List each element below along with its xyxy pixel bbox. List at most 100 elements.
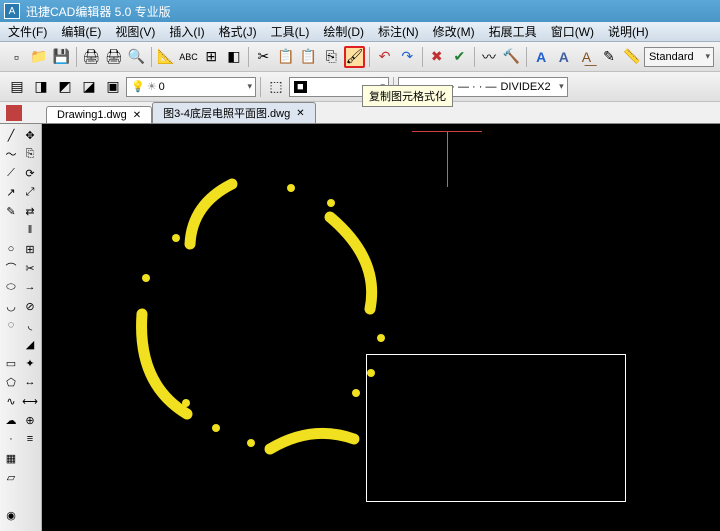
menu-dim[interactable]: 标注(N): [378, 23, 419, 40]
circle-tool-icon[interactable]: ○: [2, 240, 20, 258]
tab-label: Drawing1.dwg: [57, 109, 127, 121]
menu-modify[interactable]: 修改(M): [433, 23, 475, 40]
yellow-arc-4: [262, 419, 362, 459]
menu-edit[interactable]: 编辑(E): [61, 23, 101, 40]
layer-tool1-icon[interactable]: ◨: [30, 76, 52, 98]
close-tab-icon[interactable]: ✕: [296, 108, 304, 119]
sun-icon: ☀: [147, 80, 157, 93]
rect-tool-icon[interactable]: ▭: [2, 354, 20, 372]
trim-icon[interactable]: ✂: [21, 259, 39, 277]
menu-view[interactable]: 视图(V): [115, 23, 155, 40]
yellow-dot: [352, 389, 360, 397]
print2-icon[interactable]: 🖨: [103, 46, 124, 68]
mirror-icon[interactable]: ⇄: [21, 202, 39, 220]
chamfer-icon[interactable]: ◢: [21, 335, 39, 353]
menu-ext[interactable]: 拓展工具: [489, 23, 537, 40]
polyline-tool-icon[interactable]: 〜: [2, 145, 20, 163]
action1-icon[interactable]: 📐: [156, 46, 177, 68]
move-tool-icon[interactable]: ✥: [21, 126, 39, 144]
menu-file[interactable]: 文件(F): [8, 23, 47, 40]
delete-icon[interactable]: ✖: [426, 46, 447, 68]
drawing-canvas[interactable]: [42, 124, 720, 531]
array-icon[interactable]: ⊞: [21, 240, 39, 258]
layer-tool2-icon[interactable]: ◩: [54, 76, 76, 98]
menu-insert[interactable]: 插入(I): [169, 23, 204, 40]
stretch-icon[interactable]: ↔: [21, 373, 39, 391]
clone-icon[interactable]: ⎘: [321, 46, 342, 68]
layer-combo[interactable]: 💡 ☀ 0: [126, 77, 256, 97]
undo-icon[interactable]: ↶: [374, 46, 395, 68]
rotate-icon[interactable]: ⟳: [21, 164, 39, 182]
menu-window[interactable]: 窗口(W): [551, 23, 594, 40]
save-icon[interactable]: 💾: [51, 46, 72, 68]
redo-icon[interactable]: ↷: [397, 46, 418, 68]
match-properties-icon[interactable]: 🖌: [344, 46, 366, 68]
preview-icon[interactable]: 🔍: [126, 46, 147, 68]
text-a2-icon[interactable]: A: [553, 46, 574, 68]
ellipse-arc-icon[interactable]: ◡: [2, 297, 20, 315]
menu-format[interactable]: 格式(J): [219, 23, 257, 40]
hammer-icon[interactable]: 🔨: [501, 46, 522, 68]
text-a-icon[interactable]: A: [531, 46, 552, 68]
lengthen-icon[interactable]: ⟷: [21, 392, 39, 410]
revcloud-icon[interactable]: ☁: [2, 411, 20, 429]
copy2-icon[interactable]: ⎘: [21, 145, 39, 163]
ray-tool-icon[interactable]: ↗: [2, 183, 20, 201]
extend-icon[interactable]: →: [21, 278, 39, 296]
menu-help[interactable]: 说明(H): [608, 23, 649, 40]
menu-draw[interactable]: 绘制(D): [323, 23, 364, 40]
blank2-icon[interactable]: [2, 335, 20, 353]
text-tool-icon[interactable]: ✎: [599, 46, 620, 68]
layers-icon[interactable]: ▤: [6, 76, 28, 98]
check-icon[interactable]: ✔: [449, 46, 470, 68]
paste-icon[interactable]: 📋: [298, 46, 319, 68]
align-icon[interactable]: ≡: [21, 430, 39, 448]
tool-icon[interactable]: 〰: [479, 46, 500, 68]
arc-tool-icon[interactable]: ⌒: [2, 259, 20, 277]
layer-tool4-icon[interactable]: ▣: [102, 76, 124, 98]
point-tool-icon[interactable]: ·: [2, 430, 20, 448]
app-title: 迅捷CAD编辑器 5.0 专业版: [26, 3, 171, 20]
action3-icon[interactable]: ⊞: [201, 46, 222, 68]
blank1-icon[interactable]: [2, 221, 20, 239]
yellow-arc-3: [132, 304, 202, 424]
pencil-tool-icon[interactable]: ✎: [2, 202, 20, 220]
offset-icon[interactable]: ‖: [21, 221, 39, 239]
new-doc-icon[interactable]: ▫: [6, 46, 27, 68]
document-tabs: Drawing1.dwg ✕ 图3-4底层电照平面图.dwg ✕: [0, 102, 720, 124]
copy-icon[interactable]: 📋: [276, 46, 297, 68]
donut-icon[interactable]: ◌: [2, 316, 20, 334]
cut-icon[interactable]: ✂: [253, 46, 274, 68]
blank3-icon[interactable]: [2, 487, 20, 505]
abc-icon[interactable]: ABC: [178, 46, 199, 68]
open-icon[interactable]: 📁: [29, 46, 50, 68]
yellow-dot: [247, 439, 255, 447]
region-tool-icon[interactable]: ▱: [2, 468, 20, 486]
work-area: ╱ 〜 ⟋ ↗ ✎ ○ ⌒ ⬭ ◡ ◌ ▭ ⬠ ∿ ☁ · ▦ ▱ ◉ ✥ ⎘ …: [0, 124, 720, 531]
join-icon[interactable]: ⊕: [21, 411, 39, 429]
action4-icon[interactable]: ◧: [224, 46, 245, 68]
xline-tool-icon[interactable]: ⟋: [2, 164, 20, 182]
polygon-tool-icon[interactable]: ⬠: [2, 373, 20, 391]
line-tool-icon[interactable]: ╱: [2, 126, 20, 144]
circle2-icon[interactable]: ◉: [2, 506, 20, 524]
measure-icon[interactable]: 📏: [621, 46, 642, 68]
print-icon[interactable]: 🖨: [81, 46, 102, 68]
scale-icon[interactable]: ⤢: [21, 183, 39, 201]
break-icon[interactable]: ⊘: [21, 297, 39, 315]
spline-tool-icon[interactable]: ∿: [2, 392, 20, 410]
yellow-dot: [212, 424, 220, 432]
menu-tools[interactable]: 工具(L): [271, 23, 310, 40]
tab-group-icon[interactable]: [6, 105, 22, 121]
fillet-icon[interactable]: ◟: [21, 316, 39, 334]
props-tool-icon[interactable]: ⬚: [265, 76, 287, 98]
ellipse-tool-icon[interactable]: ⬭: [2, 278, 20, 296]
text-style-combo[interactable]: Standard: [644, 47, 714, 67]
tab-drawing2[interactable]: 图3-4底层电照平面图.dwg ✕: [152, 102, 316, 123]
explode-icon[interactable]: ✦: [21, 354, 39, 372]
tab-drawing1[interactable]: Drawing1.dwg ✕: [46, 106, 152, 123]
hatch-tool-icon[interactable]: ▦: [2, 449, 20, 467]
close-tab-icon[interactable]: ✕: [133, 110, 141, 121]
layer-tool3-icon[interactable]: ◪: [78, 76, 100, 98]
text-a3-icon[interactable]: A͟: [576, 46, 597, 68]
